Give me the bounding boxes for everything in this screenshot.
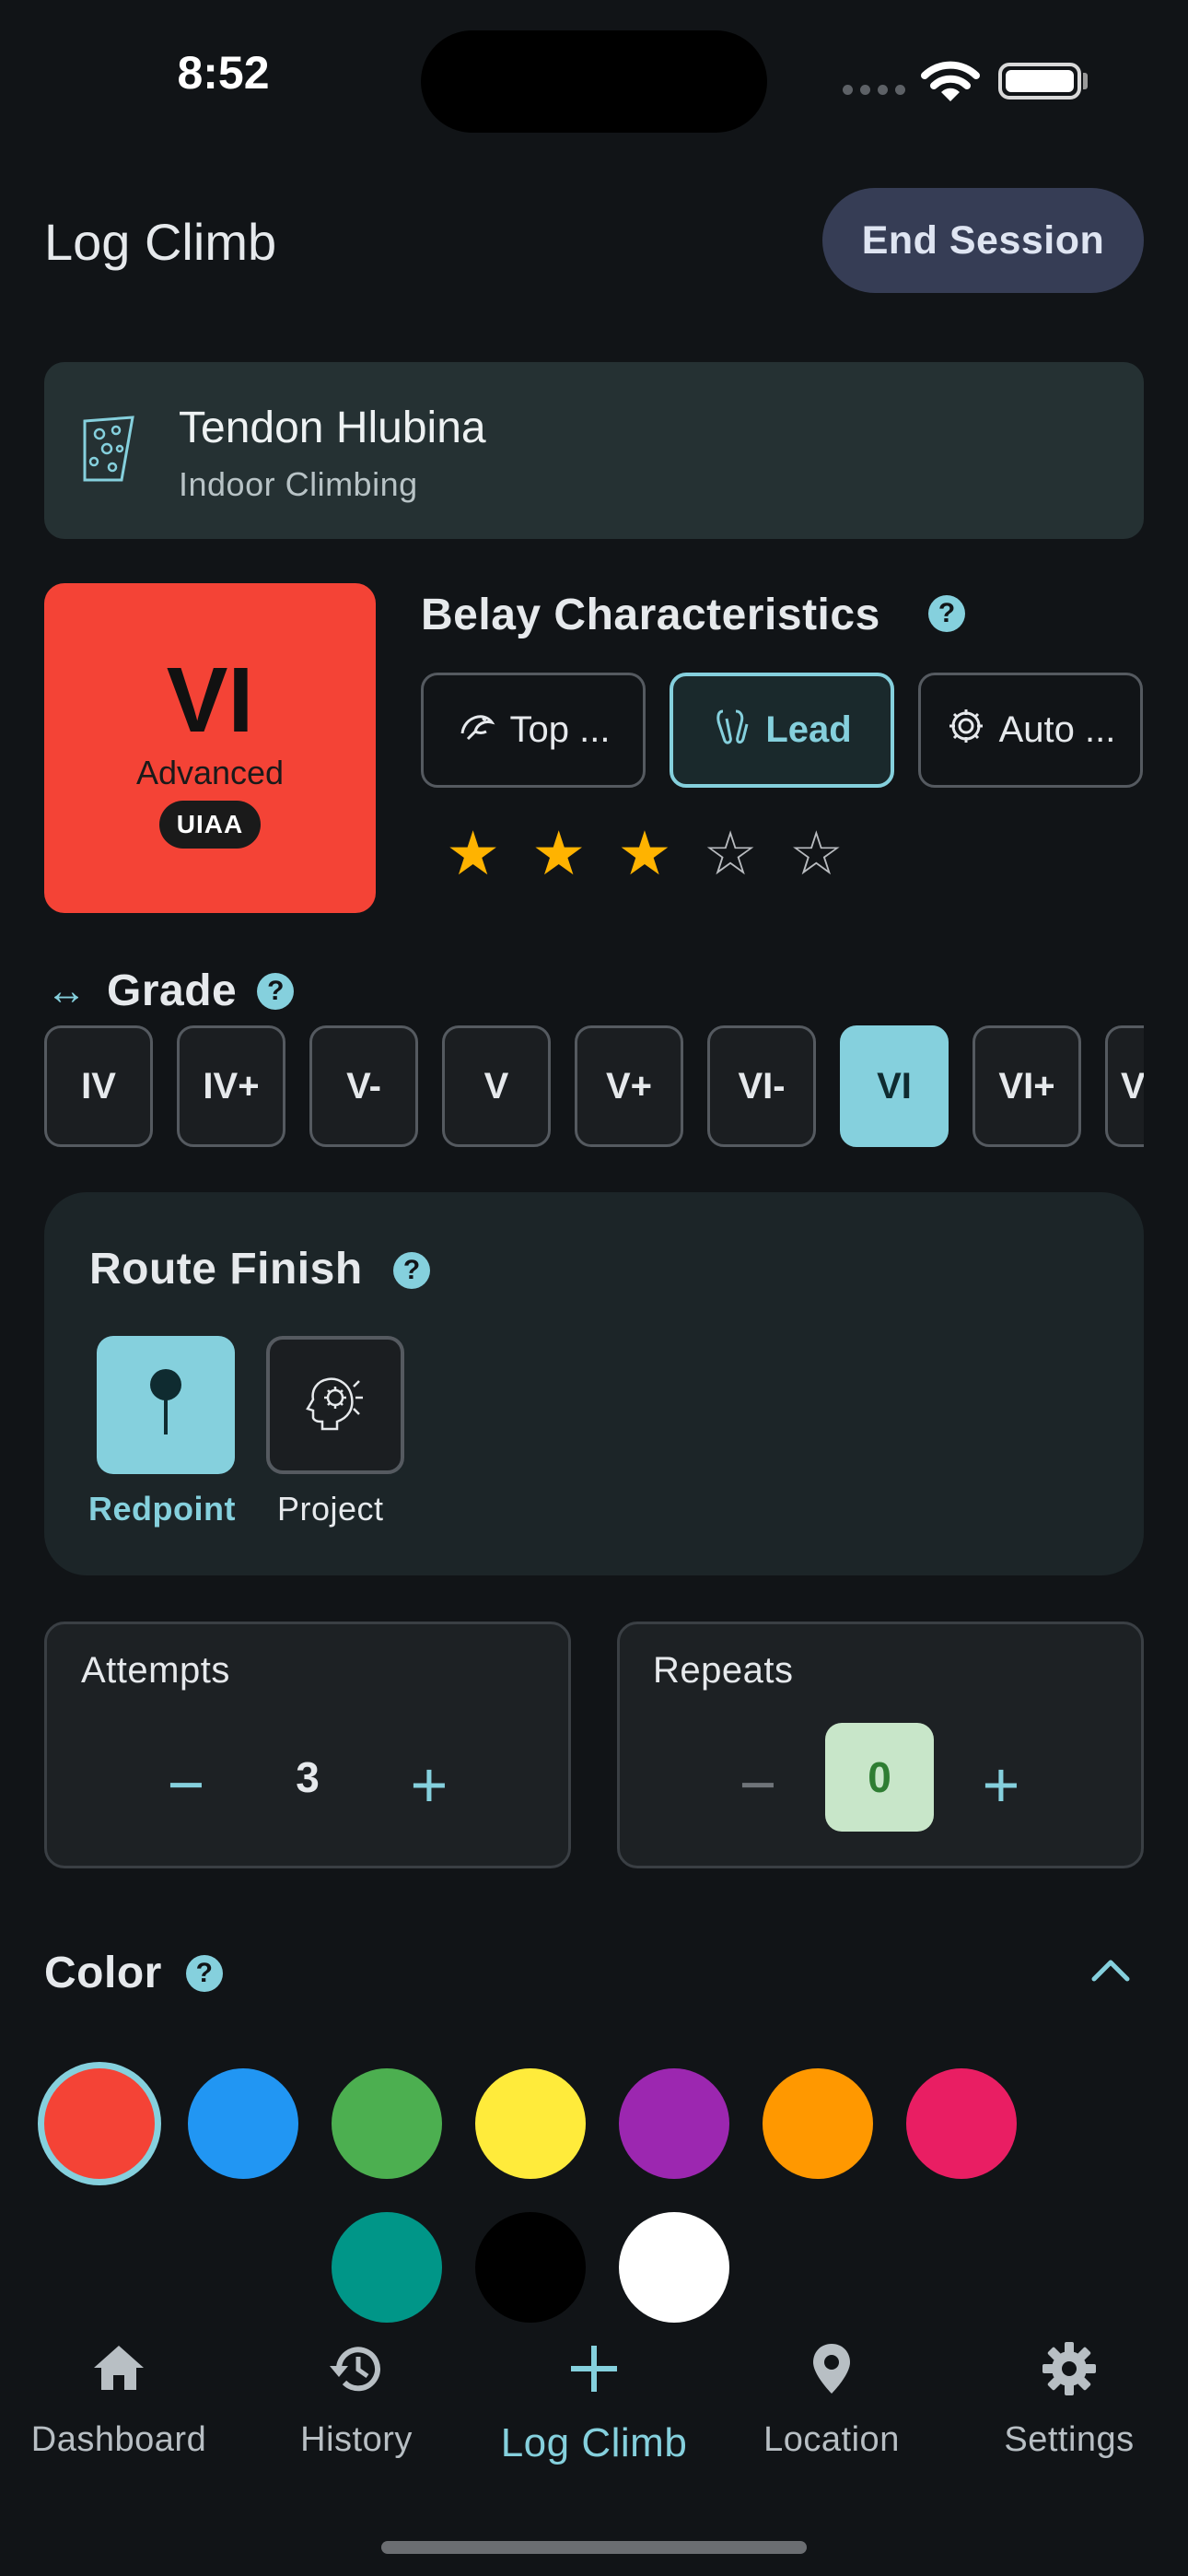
color-swatch-yellow[interactable] [475, 2068, 586, 2179]
belay-option-top-rope[interactable]: Top ... [421, 673, 646, 788]
color-swatch-teal[interactable] [332, 2212, 442, 2323]
belay-option-label: Lead [765, 709, 852, 750]
color-swatch-orange[interactable] [763, 2068, 873, 2179]
nav-label: History [300, 2420, 413, 2459]
grade-chip[interactable]: VI- [707, 1025, 816, 1147]
grade-chip[interactable]: V- [309, 1025, 418, 1147]
color-swatch-red[interactable] [44, 2068, 155, 2179]
attempts-increment-button[interactable]: + [392, 1748, 466, 1821]
repeats-label: Repeats [653, 1650, 794, 1691]
chevron-up-icon[interactable] [1087, 1951, 1135, 1993]
gym-type: Indoor Climbing [179, 465, 418, 503]
belay-option-label: Top ... [509, 709, 611, 750]
help-icon[interactable]: ? [257, 972, 295, 1010]
route-finish-title: Route Finish [89, 1245, 363, 1294]
star-icon[interactable]: ★ [531, 823, 586, 884]
nav-label: Dashboard [30, 2420, 207, 2459]
nav-item-dashboard[interactable]: Dashboard [0, 2340, 238, 2460]
belay-option-auto-belay[interactable]: Auto ... [918, 673, 1143, 788]
color-swatch-green[interactable] [332, 2068, 442, 2179]
color-swatch-purple[interactable] [619, 2068, 729, 2179]
star-outline-icon[interactable]: ☆ [789, 823, 844, 884]
climbing-wall-icon [79, 414, 142, 488]
wifi-icon [921, 61, 980, 108]
grade-chip[interactable]: IV [44, 1025, 153, 1147]
belay-option-label: Auto ... [998, 709, 1116, 750]
color-swatch-black[interactable] [475, 2212, 586, 2323]
brain-gear-icon [300, 1368, 370, 1443]
nav-item-log-climb[interactable]: Log Climb [475, 2340, 713, 2466]
finish-option-label: Project [277, 1490, 384, 1528]
grade-chip[interactable]: VI+ [973, 1025, 1081, 1147]
status-time: 8:52 [177, 47, 270, 99]
cellular-signal-icon [843, 85, 905, 95]
dynamic-island [421, 30, 767, 133]
lead-icon [712, 706, 752, 755]
nav-item-history[interactable]: History [238, 2340, 475, 2460]
home-icon [90, 2340, 147, 2402]
belay-title: Belay Characteristics [421, 591, 880, 639]
history-icon [328, 2340, 385, 2402]
help-icon[interactable]: ? [185, 1954, 223, 1992]
nav-label: Settings [1004, 2420, 1135, 2459]
home-indicator[interactable] [381, 2541, 807, 2554]
grading-system-badge: UIAA [159, 801, 261, 849]
finish-option-redpoint[interactable] [97, 1336, 235, 1474]
color-swatch-pink[interactable] [906, 2068, 1017, 2179]
location-pin-icon [803, 2340, 860, 2402]
nav-label: Log Climb [500, 2420, 688, 2465]
grade-chip[interactable]: V [1105, 1025, 1144, 1147]
badge-level: Advanced [135, 754, 285, 791]
attempts-label: Attempts [81, 1650, 230, 1691]
belay-option-lead[interactable]: Lead [670, 673, 894, 788]
page-title: Log Climb [44, 213, 277, 271]
repeats-increment-button[interactable]: + [964, 1748, 1038, 1821]
star-icon[interactable]: ★ [617, 823, 671, 884]
finish-option-project[interactable] [266, 1336, 404, 1474]
nav-item-settings[interactable]: Settings [950, 2340, 1188, 2460]
grade-chip[interactable]: V+ [575, 1025, 683, 1147]
grade-chip-selected[interactable]: VI [840, 1025, 949, 1147]
help-icon[interactable]: ? [393, 1252, 430, 1289]
pin-icon [143, 1366, 189, 1445]
attempts-value: 3 [296, 1753, 320, 1801]
star-outline-icon[interactable]: ☆ [704, 823, 758, 884]
auto-belay-icon [946, 706, 986, 755]
grade-chip[interactable]: V [442, 1025, 551, 1147]
badge-grade-value: VI [166, 649, 254, 752]
plus-icon [565, 2340, 623, 2402]
color-swatch-white[interactable] [619, 2212, 729, 2323]
grade-header: ↔ Grade ? [46, 966, 295, 1016]
gym-name: Tendon Hlubina [179, 404, 486, 452]
nav-label: Location [763, 2420, 900, 2459]
end-session-button[interactable]: End Session [822, 188, 1144, 293]
swap-horizontal-icon[interactable]: ↔ [46, 968, 87, 1014]
grade-chip[interactable]: IV+ [177, 1025, 285, 1147]
grade-label: Grade [107, 966, 238, 1015]
color-header: Color ? [44, 1948, 223, 1998]
gear-icon [1041, 2340, 1098, 2402]
color-swatch-blue[interactable] [188, 2068, 298, 2179]
grade-chip-strip[interactable]: IV IV+ V- V V+ VI- VI VI+ V [44, 1025, 1144, 1149]
help-icon[interactable]: ? [928, 595, 965, 632]
top-rope-icon [457, 706, 497, 755]
repeats-value: 0 [825, 1723, 934, 1832]
battery-icon [998, 63, 1081, 100]
nav-item-location[interactable]: Location [713, 2340, 950, 2460]
repeats-decrement-button[interactable]: − [721, 1748, 795, 1821]
finish-option-label: Redpoint [88, 1490, 236, 1528]
star-icon[interactable]: ★ [446, 823, 500, 884]
color-title: Color [44, 1949, 162, 1997]
quality-rating[interactable]: ★ ★ ★ ☆ ☆ [446, 823, 844, 884]
attempts-decrement-button[interactable]: − [149, 1748, 223, 1821]
